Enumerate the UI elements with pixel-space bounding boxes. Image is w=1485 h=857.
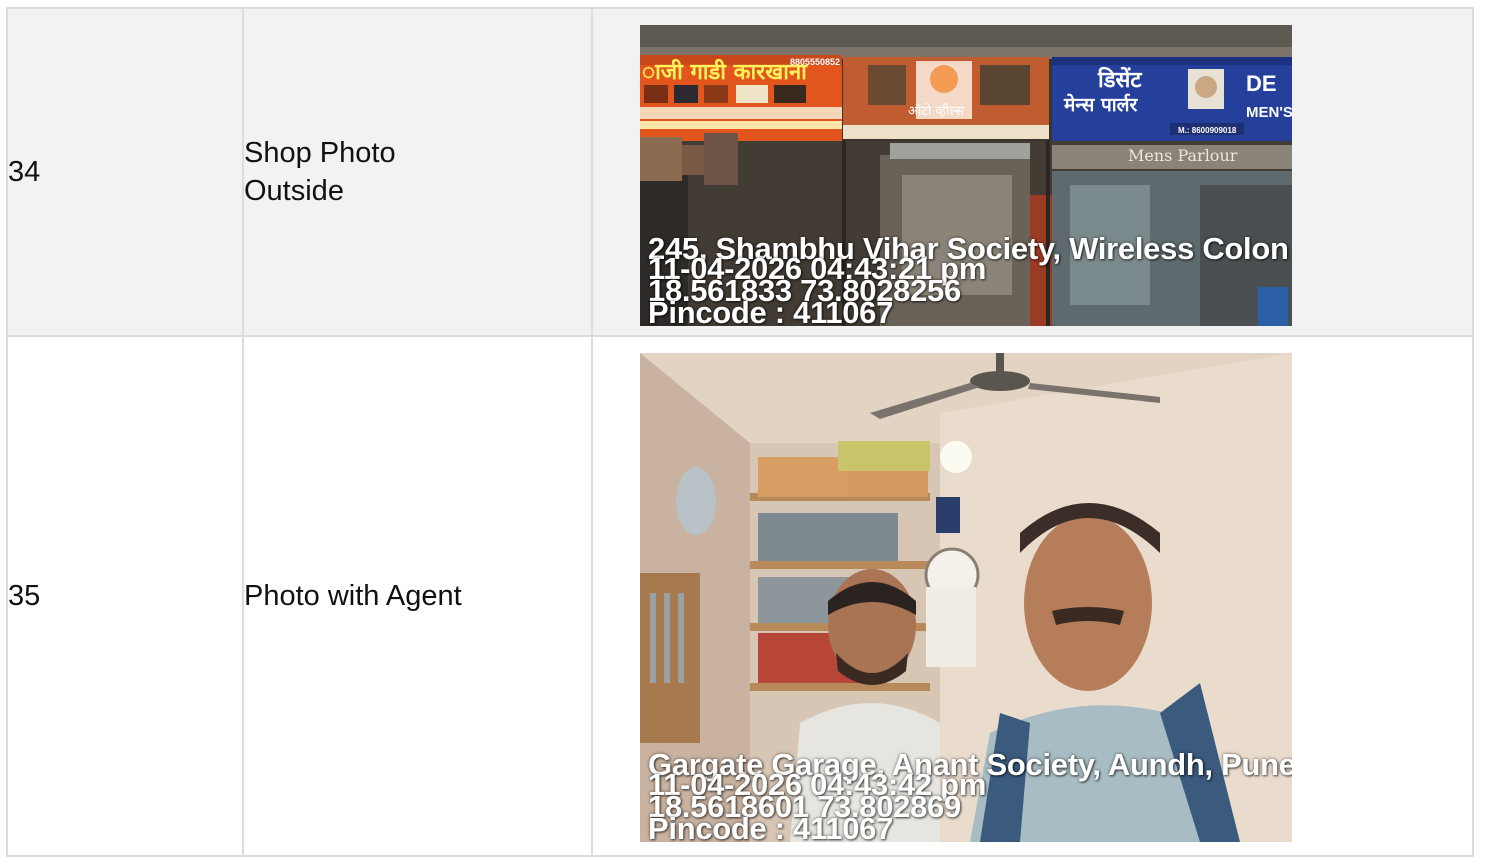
sign-left-title: ाजी गाडी कारखाना — [642, 58, 808, 85]
sign-right-title: डिसेंट — [1097, 66, 1142, 93]
sign-right-en2: MEN'S — [1246, 104, 1292, 121]
sign-middle-title: ऑटो व्हील्स — [908, 103, 964, 119]
table-row: 34 Shop Photo Outside 8805550852 ाजी गाड… — [6, 7, 1474, 337]
row-number: 35 — [6, 335, 244, 857]
sign-right-phone: M.: 8600909018 — [1178, 126, 1237, 135]
row-label: Shop Photo Outside — [242, 7, 593, 337]
geotag-pincode: Pincode : 411067 — [648, 811, 894, 842]
photo-geotag-overlay: Gargate Garage, Anant Society, Aundh, Pu… — [648, 749, 1292, 842]
agent-photo[interactable]: Gargate Garage, Anant Society, Aundh, Pu… — [640, 353, 1292, 842]
table-row: 35 Photo with Agent Gargate Garage, Anan… — [6, 335, 1474, 857]
photo-geotag-overlay: 245, Shambhu Vihar Society, Wireless Col… — [648, 233, 1289, 326]
sign-mens-parlour: Mens Parlour — [1128, 146, 1238, 165]
sign-right-sub: मेन्स पार्लर — [1063, 93, 1139, 116]
photo-cell: Gargate Garage, Anant Society, Aundh, Pu… — [591, 335, 1474, 857]
row-number: 34 — [6, 7, 244, 337]
row-label: Photo with Agent — [242, 335, 593, 857]
submission-table: 34 Shop Photo Outside 8805550852 ाजी गाड… — [6, 7, 1474, 857]
shop-photo[interactable]: 8805550852 ाजी गाडी कारखाना ऑटो व्हील्स … — [640, 25, 1292, 326]
geotag-pincode: Pincode : 411067 — [648, 295, 894, 326]
photo-cell: 8805550852 ाजी गाडी कारखाना ऑटो व्हील्स … — [591, 7, 1474, 337]
sign-right-en: DE — [1246, 71, 1277, 96]
